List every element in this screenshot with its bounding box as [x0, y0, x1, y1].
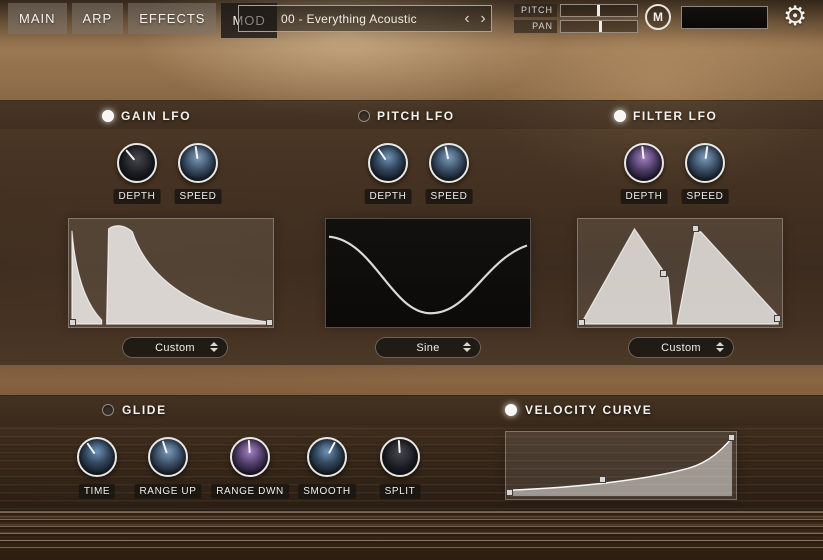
- glide-range-down-knob[interactable]: [230, 437, 270, 477]
- waveform-path: [581, 229, 672, 324]
- guitar-strings-bottom: [0, 512, 823, 548]
- curve-handle[interactable]: [728, 434, 735, 441]
- waveform-handle[interactable]: [578, 319, 585, 326]
- waveform-handle[interactable]: [692, 225, 699, 232]
- glide-smooth-label: SMOOTH: [298, 484, 356, 499]
- filter-depth-knob[interactable]: [624, 143, 664, 183]
- select-arrows-icon: [210, 342, 218, 352]
- tab-arp[interactable]: ARP: [72, 3, 124, 34]
- curve-handle[interactable]: [506, 489, 513, 496]
- pitch-lfo-waveform-display[interactable]: [325, 218, 531, 328]
- pan-row: PAN: [514, 20, 638, 33]
- pan-label: PAN: [514, 20, 557, 33]
- tab-effects[interactable]: EFFECTS: [128, 3, 216, 34]
- glide-split-knob[interactable]: [380, 437, 420, 477]
- select-arrows-icon: [716, 342, 724, 352]
- waveform-path: [329, 237, 527, 314]
- select-value: Sine: [416, 342, 439, 354]
- gear-icon[interactable]: ⚙: [783, 1, 807, 32]
- pitch-lfo-title: PITCH LFO: [377, 109, 455, 123]
- gain-depth-knob[interactable]: [117, 143, 157, 183]
- glide-title: GLIDE: [122, 403, 167, 417]
- knob-pointer: [195, 146, 199, 159]
- pitch-speed-knob[interactable]: [429, 143, 469, 183]
- pitch-slider-handle[interactable]: [597, 5, 600, 16]
- knob-pointer: [248, 440, 251, 453]
- waveform-handle[interactable]: [660, 270, 667, 277]
- waveform-handle[interactable]: [266, 319, 273, 326]
- knob-pointer: [377, 149, 386, 161]
- glide-range-up-label: RANGE UP: [134, 484, 201, 499]
- curve-fill-path: [509, 438, 732, 496]
- gain-speed-knob[interactable]: [178, 143, 218, 183]
- glide-time-label: TIME: [79, 484, 115, 499]
- glide-smooth-knob[interactable]: [307, 437, 347, 477]
- filter-lfo-title: FILTER LFO: [633, 109, 717, 123]
- glide-range-up-knob[interactable]: [148, 437, 188, 477]
- select-value: Custom: [155, 342, 195, 354]
- select-arrows-icon: [463, 342, 471, 352]
- waveform-path: [72, 231, 102, 324]
- tab-main[interactable]: MAIN: [8, 3, 67, 34]
- preset-next-button[interactable]: ›: [475, 6, 491, 31]
- glide-led[interactable]: [102, 404, 114, 416]
- knob-pointer: [328, 442, 336, 454]
- gain-depth-label: DEPTH: [114, 189, 161, 204]
- preset-prev-button[interactable]: ‹: [459, 6, 475, 31]
- velocity-curve-svg: [506, 432, 736, 499]
- nav-tabs: MAIN ARP EFFECTS MOD: [8, 3, 277, 38]
- gain-speed-label: SPEED: [175, 189, 222, 204]
- gain-lfo-waveform-display[interactable]: [68, 218, 274, 328]
- velocity-curve-display[interactable]: [505, 431, 737, 500]
- glide-range-down-label: RANGE DWN: [211, 484, 289, 499]
- filter-lfo-led[interactable]: [614, 110, 626, 122]
- knob-pointer: [705, 146, 709, 159]
- waveform-path: [107, 226, 269, 324]
- knob-pointer: [162, 441, 168, 454]
- select-value: Custom: [661, 342, 701, 354]
- pitch-label: PITCH: [514, 4, 557, 17]
- glide-split-label: SPLIT: [380, 484, 421, 499]
- pitch-pan-group: PITCH PAN: [514, 4, 638, 33]
- mute-button[interactable]: M: [645, 4, 671, 30]
- pitch-lfo-led[interactable]: [358, 110, 370, 122]
- knob-pointer: [444, 146, 449, 159]
- curve-handle[interactable]: [599, 476, 606, 483]
- gain-lfo-led[interactable]: [102, 110, 114, 122]
- knob-pointer: [398, 440, 401, 453]
- pitch-slider[interactable]: [560, 4, 638, 17]
- filter-speed-label: SPEED: [682, 189, 729, 204]
- pitch-depth-label: DEPTH: [365, 189, 412, 204]
- level-meter: [681, 6, 768, 29]
- filter-waveform-svg: [578, 219, 782, 327]
- knob-pointer: [641, 146, 644, 159]
- preset-selector[interactable]: 00 - Everything Acoustic ‹ ›: [238, 5, 492, 32]
- sine-waveform-svg: [326, 219, 530, 327]
- waveform-path: [677, 232, 778, 324]
- waveform-handle[interactable]: [774, 315, 781, 322]
- pitch-row: PITCH: [514, 4, 638, 17]
- pitch-speed-label: SPEED: [426, 189, 473, 204]
- velocity-curve-led[interactable]: [505, 404, 517, 416]
- gain-wave-select[interactable]: Custom: [122, 337, 228, 358]
- pan-slider[interactable]: [560, 20, 638, 33]
- filter-depth-label: DEPTH: [621, 189, 668, 204]
- glide-time-knob[interactable]: [77, 437, 117, 477]
- waveform-handle[interactable]: [69, 319, 76, 326]
- filter-lfo-waveform-display[interactable]: [577, 218, 783, 328]
- filter-speed-knob[interactable]: [685, 143, 725, 183]
- gain-lfo-title: GAIN LFO: [121, 109, 191, 123]
- knob-pointer: [86, 443, 95, 455]
- preset-name: 00 - Everything Acoustic: [239, 12, 459, 26]
- pan-slider-handle[interactable]: [599, 21, 602, 32]
- velocity-curve-title: VELOCITY CURVE: [525, 403, 652, 417]
- gain-waveform-svg: [69, 219, 273, 327]
- pitch-wave-select[interactable]: Sine: [375, 337, 481, 358]
- filter-wave-select[interactable]: Custom: [628, 337, 734, 358]
- knob-pointer: [125, 149, 135, 160]
- pitch-depth-knob[interactable]: [368, 143, 408, 183]
